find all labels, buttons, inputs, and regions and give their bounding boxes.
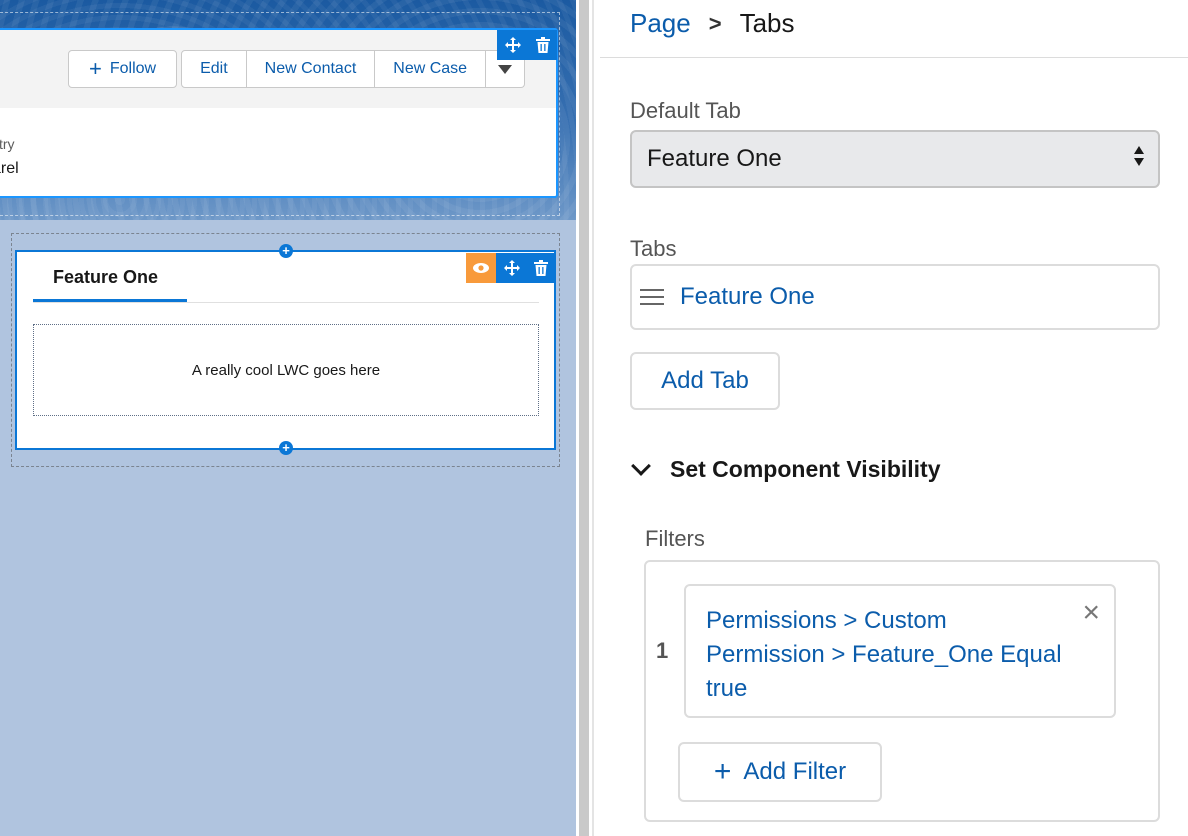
add-filter-label: Add Filter: [743, 758, 847, 785]
splitter-line: [592, 0, 594, 836]
new-contact-label: New Contact: [264, 60, 357, 77]
record-header-component[interactable]: + Follow Edit New Contact New Case stry …: [0, 28, 558, 198]
tab-list-item[interactable]: Feature One: [630, 264, 1160, 330]
filters-label: Filters: [645, 526, 705, 551]
lwc-placeholder-text: A really cool LWC goes here: [191, 361, 381, 379]
breadcrumb-separator: >: [708, 10, 722, 36]
default-tab-label: Default Tab: [630, 98, 741, 123]
add-component-icon[interactable]: +: [279, 244, 293, 258]
breadcrumb: Page > Tabs: [630, 8, 795, 39]
tab-bar-divider: [33, 302, 539, 303]
add-tab-label: Add Tab: [661, 367, 749, 394]
filter-number: 1: [656, 638, 669, 663]
new-case-label: New Case: [393, 60, 468, 77]
header-component-toolbar: [497, 30, 557, 60]
visibility-section-title: Set Component Visibility: [670, 456, 941, 482]
plus-icon: +: [89, 56, 102, 81]
follow-button[interactable]: + Follow: [68, 50, 178, 88]
move-icon[interactable]: [503, 259, 521, 277]
edit-label: Edit: [200, 60, 228, 77]
hamburger-icon[interactable]: [640, 289, 664, 305]
breadcrumb-current: Tabs: [739, 8, 795, 38]
breadcrumb-page-link[interactable]: Page: [630, 8, 691, 39]
tabs-component-toolbar: [496, 253, 554, 283]
tab-feature-one[interactable]: Feature One: [53, 267, 158, 288]
filter-item[interactable]: Permissions > Custom Permission > Featur…: [684, 584, 1116, 718]
close-icon[interactable]: ×: [1082, 598, 1100, 628]
add-tab-button[interactable]: Add Tab: [630, 352, 780, 410]
page-canvas: + Follow Edit New Contact New Case stry …: [0, 0, 576, 836]
scrollbar-track[interactable]: [579, 0, 589, 836]
filter-condition-text[interactable]: Permissions > Custom Permission > Featur…: [706, 607, 1062, 702]
new-contact-button[interactable]: New Contact: [246, 50, 376, 88]
chevron-down-icon: [631, 455, 651, 476]
default-tab-select[interactable]: Feature One: [630, 130, 1160, 188]
edit-button[interactable]: Edit: [181, 50, 247, 88]
trash-icon[interactable]: [533, 260, 548, 276]
panel-splitter[interactable]: [576, 0, 600, 836]
follow-label: Follow: [109, 60, 157, 77]
tabs-label: Tabs: [630, 236, 677, 261]
trash-icon[interactable]: [536, 37, 550, 53]
industry-field-value: arel: [0, 160, 19, 177]
lwc-placeholder[interactable]: A really cool LWC goes here: [33, 324, 539, 416]
tab-list-item-label[interactable]: Feature One: [680, 283, 815, 311]
properties-panel: Page > Tabs Default Tab Feature One Tabs…: [600, 0, 1188, 836]
visibility-section-toggle[interactable]: Set Component Visibility: [631, 455, 941, 483]
add-component-icon[interactable]: +: [279, 441, 293, 455]
add-filter-button[interactable]: + Add Filter: [678, 742, 882, 802]
move-icon[interactable]: [504, 36, 522, 54]
new-case-button[interactable]: New Case: [375, 50, 487, 88]
caret-down-icon: [498, 64, 513, 74]
filters-container: 1 Permissions > Custom Permission > Feat…: [644, 560, 1160, 822]
industry-field-label: stry: [0, 136, 15, 152]
plus-icon: +: [713, 755, 732, 788]
select-arrows-icon: [1134, 146, 1144, 166]
header-divider: [600, 57, 1188, 58]
default-tab-value: Feature One: [647, 145, 782, 172]
action-buttons: + Follow Edit New Contact New Case: [68, 50, 526, 88]
eye-icon[interactable]: [466, 253, 496, 283]
